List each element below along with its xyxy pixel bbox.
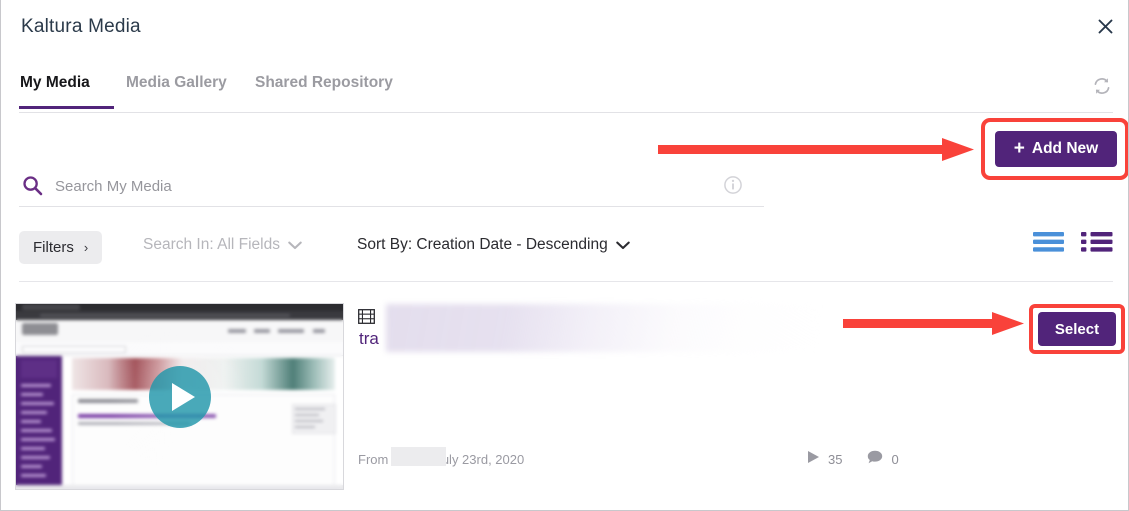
thumb-sidebar-link [21,456,50,459]
play-button-icon[interactable] [148,365,211,428]
comments-count: 0 [891,452,899,467]
media-thumbnail[interactable] [15,303,344,490]
thumb-site-logo [22,323,58,335]
thumb-nav-item [228,329,246,333]
thumb-sidebar-link [21,429,52,432]
thumb-nav-item [254,329,270,333]
thumb-right-line [295,426,315,428]
filters-label: Filters [33,239,74,256]
thumb-card-title [78,399,138,403]
active-tab-underline [19,106,114,109]
thumb-nav-item [278,329,304,333]
media-title-redaction [386,304,818,352]
plays-count: 35 [828,452,843,467]
comment-icon [867,450,883,469]
search-input[interactable] [55,172,675,200]
media-stats: 35 0 [807,450,899,469]
thumb-nav-item [313,329,325,333]
dialog-titlebar: Kaltura Media [1,0,1128,56]
add-new-button[interactable]: + Add New [995,131,1117,167]
plus-icon: + [1013,137,1025,159]
thumb-sidebar-link [21,438,55,441]
info-icon[interactable] [723,175,743,195]
add-new-label: Add New [1031,140,1099,157]
thumb-right-line [295,414,319,416]
search-in-dropdown[interactable]: Search In: All Fields [143,236,302,254]
sort-by-dropdown[interactable]: Sort By: Creation Date - Descending [357,236,630,254]
view-toggle-detail-icon[interactable] [1081,231,1115,253]
owner-redaction-box [391,447,446,466]
filters-button[interactable]: Filters › [19,231,103,264]
tab-my-media[interactable]: My Media [20,74,90,92]
tabbar-divider [19,112,1113,113]
search-row [19,168,764,207]
thumb-sidebar-link [21,474,46,477]
close-icon[interactable] [1094,15,1116,37]
chevron-right-icon: › [83,240,89,255]
refresh-icon[interactable] [1092,76,1112,96]
comments-stat: 0 [867,450,899,469]
thumb-sidebar-link [21,465,42,468]
media-date: July 23rd, 2020 [435,452,525,467]
thumb-url-text [40,314,290,317]
filter-toolbar: Filters › Search In: All Fields Sort By:… [1,228,1128,280]
thumb-sidebar-link [21,402,54,405]
arrow-pointing-to-add-new [656,134,986,171]
thumb-browser-tab [22,305,80,310]
search-in-label: Search In: All Fields [143,236,280,253]
thumb-sidebar-header [21,360,57,378]
thumb-footer [16,485,343,489]
thumb-right-line [295,408,325,410]
media-title-link[interactable]: tra [359,329,379,349]
thumb-sidebar-link [21,384,51,387]
thumb-right-line [295,420,323,422]
dialog-title: Kaltura Media [21,16,141,37]
tab-shared-repository[interactable]: Shared Repository [255,74,393,92]
thumb-sidebar-link [21,420,41,423]
tab-bar: My Media Media Gallery Shared Repository [1,56,1128,113]
play-icon [807,450,820,469]
media-list-item: tra From July 23rd, 2020 35 0 Select [1,295,1128,510]
plays-stat: 35 [807,450,842,469]
thumb-sidebar-link [21,393,43,396]
select-label: Select [1054,320,1100,338]
search-underline [19,206,764,207]
film-strip-icon [358,309,375,324]
from-label: From [358,452,389,467]
thumb-sidebar-link [21,411,47,414]
chevron-down-icon [288,241,302,250]
thumb-search-box [22,346,126,353]
arrow-pointing-to-select [841,309,1033,344]
tab-media-gallery[interactable]: Media Gallery [126,74,227,92]
play-triangle [171,382,195,411]
chevron-down-icon [615,241,630,250]
select-button[interactable]: Select [1038,312,1116,346]
toolbar-divider [19,281,1113,282]
thumb-sidebar-link [21,447,45,450]
kaltura-media-dialog: Kaltura Media My Media Media Gallery Sha… [0,0,1129,511]
view-toggle-list-icon[interactable] [1033,231,1067,253]
sort-by-label: Sort By: Creation Date - Descending [357,236,608,253]
search-icon [22,175,43,196]
